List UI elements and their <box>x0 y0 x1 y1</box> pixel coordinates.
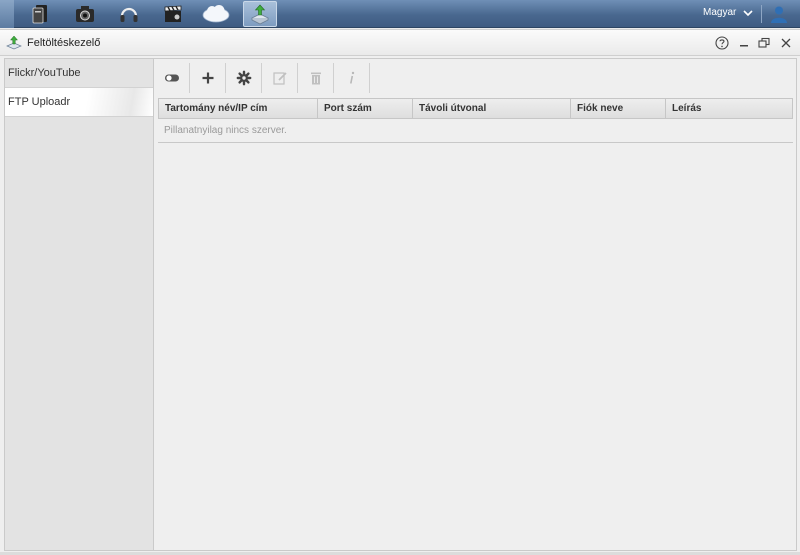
upload-manager-app-icon[interactable] <box>243 1 277 27</box>
gear-icon <box>236 70 251 86</box>
topbar-divider <box>761 5 762 23</box>
column-header-domain[interactable]: Tartomány név/IP cím <box>159 99 318 118</box>
sidebar-item-label: Flickr/YouTube <box>8 67 81 79</box>
sidebar-item-label: FTP Uploadr <box>8 96 71 108</box>
plus-icon <box>202 72 213 84</box>
sidebar-item-flickr-youtube[interactable]: Flickr/YouTube <box>5 59 153 88</box>
info-icon <box>349 71 354 84</box>
app-launcher-bar: Magyar <box>0 0 800 28</box>
settings-button[interactable] <box>226 63 262 93</box>
user-account-icon[interactable] <box>769 4 789 24</box>
help-icon <box>715 36 729 50</box>
minimize-icon <box>740 45 748 47</box>
file-browser-icon <box>32 5 47 24</box>
window-titlebar: Feltöltéskezelő <box>0 30 800 56</box>
add-server-button[interactable] <box>190 63 226 93</box>
column-header-port[interactable]: Port szám <box>318 99 413 118</box>
launcher-edge <box>0 0 14 28</box>
service-sidebar: Flickr/YouTube FTP Uploadr <box>4 58 154 551</box>
close-icon <box>781 38 791 48</box>
trash-icon <box>310 72 321 85</box>
edit-button[interactable] <box>262 63 298 93</box>
upload-manager-icon <box>6 35 22 50</box>
ftp-server-panel: Tartomány név/IP cím Port szám Távoli út… <box>154 58 797 551</box>
photo-app-icon[interactable] <box>68 1 102 27</box>
minimize-button[interactable] <box>737 36 751 50</box>
zyxel-cloud-icon <box>202 5 230 23</box>
column-header-account-name[interactable]: Fiók neve <box>571 99 666 118</box>
upload-manager-window: Feltöltéskezelő Flickr/YouTube FTP Uploa… <box>0 29 800 555</box>
zyxel-cloud-app-icon[interactable] <box>199 1 233 27</box>
restore-icon <box>758 37 770 48</box>
window-title: Feltöltéskezelő <box>27 37 101 49</box>
close-button[interactable] <box>779 36 793 50</box>
maximize-button[interactable] <box>757 36 771 50</box>
info-button[interactable] <box>334 63 370 93</box>
column-header-remote-path[interactable]: Távoli útvonal <box>413 99 571 118</box>
toggle-icon <box>164 74 179 82</box>
empty-table-message: Pillanatnyilag nincs szerver. <box>158 119 793 143</box>
music-app-icon[interactable] <box>112 1 146 27</box>
upload-icon <box>251 4 269 25</box>
column-header-description[interactable]: Leírás <box>666 99 792 118</box>
camera-icon <box>76 6 94 22</box>
table-header: Tartomány név/IP cím Port szám Távoli út… <box>158 98 793 119</box>
chevron-down-icon[interactable] <box>743 8 753 18</box>
headphones-icon <box>120 7 138 22</box>
file-browser-app-icon[interactable] <box>24 1 58 27</box>
edit-icon <box>272 72 287 85</box>
toolbar <box>154 63 370 93</box>
sidebar-item-ftp-uploadr[interactable]: FTP Uploadr <box>5 88 153 117</box>
toggle-button[interactable] <box>154 63 190 93</box>
delete-button[interactable] <box>298 63 334 93</box>
server-table: Tartomány név/IP cím Port szám Távoli út… <box>158 98 793 143</box>
film-clapper-icon <box>164 5 182 22</box>
help-button[interactable] <box>715 36 729 50</box>
video-app-icon[interactable] <box>156 1 190 27</box>
language-selector[interactable]: Magyar <box>703 0 736 28</box>
